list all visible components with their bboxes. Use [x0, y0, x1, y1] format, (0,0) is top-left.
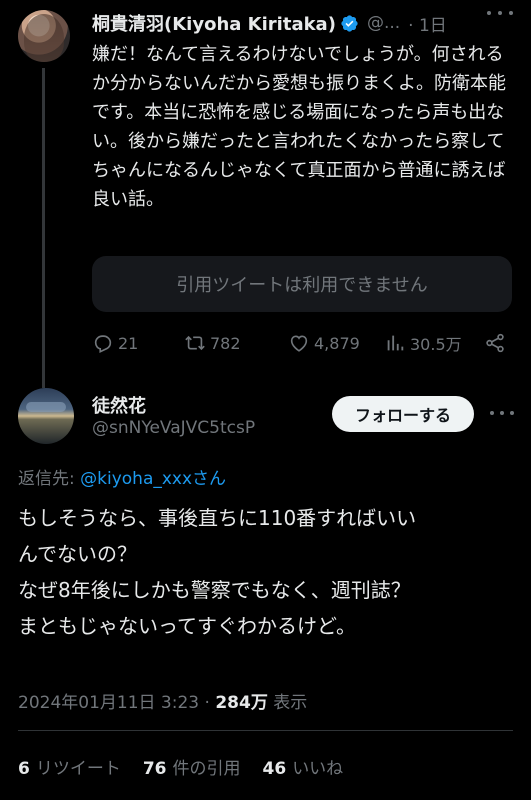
- reply-text-line: なぜ8年後にしかも警察でもなく、週刊誌？: [18, 578, 411, 602]
- reply-to-prefix: 返信先:: [18, 469, 81, 489]
- reply-icon: [94, 335, 112, 354]
- reply-author-name[interactable]: 徒然花: [92, 392, 146, 418]
- likes-value: 46: [262, 759, 287, 779]
- likes-label: いいね: [292, 759, 344, 779]
- view-count: 30.5万: [410, 335, 462, 354]
- divider: [18, 730, 513, 731]
- reply-author-avatar[interactable]: [18, 388, 74, 444]
- quote-unavailable-box: 引用ツイートは利用できません: [92, 256, 512, 312]
- quotes-value: 76: [142, 759, 167, 779]
- retweet-button[interactable]: 782: [184, 332, 288, 354]
- reply-text-line: まともじゃないってすぐわかるけど。: [18, 614, 356, 638]
- more-icon[interactable]: [490, 404, 514, 422]
- tweet-header: 桐貴清羽(Kiyoha Kiritaka) @... · 1日: [92, 10, 522, 36]
- likes-stat[interactable]: 46 いいね: [263, 754, 344, 779]
- author-name[interactable]: 桐貴清羽(Kiyoha Kiritaka): [92, 10, 336, 36]
- retweet-icon: [185, 335, 205, 351]
- reply-to-line: 返信先: @kiyoha_xxxさん: [18, 464, 226, 489]
- tweet-actions: 21 782 4,879 30.5万: [92, 330, 512, 356]
- views-button[interactable]: 30.5万: [384, 331, 484, 355]
- quotes-label: 件の引用: [172, 759, 241, 779]
- reply-to-mention[interactable]: @kiyoha_xxxさん: [80, 469, 226, 489]
- quote-unavailable-text: 引用ツイートは利用できません: [176, 275, 428, 296]
- tweet-timestamp-meta: 2024年01月11日 3:23 · 284万 表示: [18, 688, 307, 713]
- quotes-stat[interactable]: 76 件の引用: [143, 754, 241, 779]
- reply-button[interactable]: 21: [92, 332, 184, 354]
- retweets-stat[interactable]: 6 リツイート: [18, 754, 121, 779]
- engagement-stats: 6 リツイート 76 件の引用 46 いいね: [18, 754, 365, 779]
- share-icon[interactable]: [484, 332, 506, 354]
- tweet-text: 嫌だ！なんて言えるわけないでしょうが。何されるか分からないんだから愛想も振りまく…: [92, 44, 506, 210]
- reply-text-line: んでないの？: [18, 542, 137, 566]
- follow-button[interactable]: フォローする: [332, 396, 474, 432]
- reply-count: 21: [118, 333, 139, 353]
- reply-text-line: もしそうなら、事後直ちに110番すればいい: [18, 506, 417, 530]
- retweet-count: 782: [210, 333, 241, 353]
- timestamp[interactable]: 2024年01月11日 3:23 ·: [18, 693, 215, 713]
- verified-badge-icon: [341, 14, 358, 32]
- like-button[interactable]: 4,879: [288, 332, 384, 354]
- like-count: 4,879: [314, 333, 360, 353]
- views-icon: [387, 335, 404, 351]
- views-value: 284万: [215, 693, 268, 713]
- retweets-value: 6: [18, 759, 30, 779]
- more-icon[interactable]: [487, 4, 513, 22]
- tweet-time[interactable]: · 1日: [408, 11, 447, 36]
- reply-tweet-text: もしそうなら、事後直ちに110番すればいい んでないの？ なぜ8年後にしかも警察…: [18, 500, 518, 644]
- author-handle[interactable]: @...: [367, 13, 400, 33]
- views-label: 表示: [267, 693, 308, 713]
- author-avatar[interactable]: [18, 10, 70, 62]
- thread-connector-line: [42, 68, 45, 388]
- quoted-reply-tweet[interactable]: 桐貴清羽(Kiyoha Kiritaka) @... · 1日 嫌だ！なんて言え…: [0, 0, 531, 388]
- like-icon: [290, 335, 308, 352]
- retweets-label: リツイート: [35, 759, 121, 779]
- reply-author-handle[interactable]: @snNYeVaJVC5tcsP: [92, 418, 255, 438]
